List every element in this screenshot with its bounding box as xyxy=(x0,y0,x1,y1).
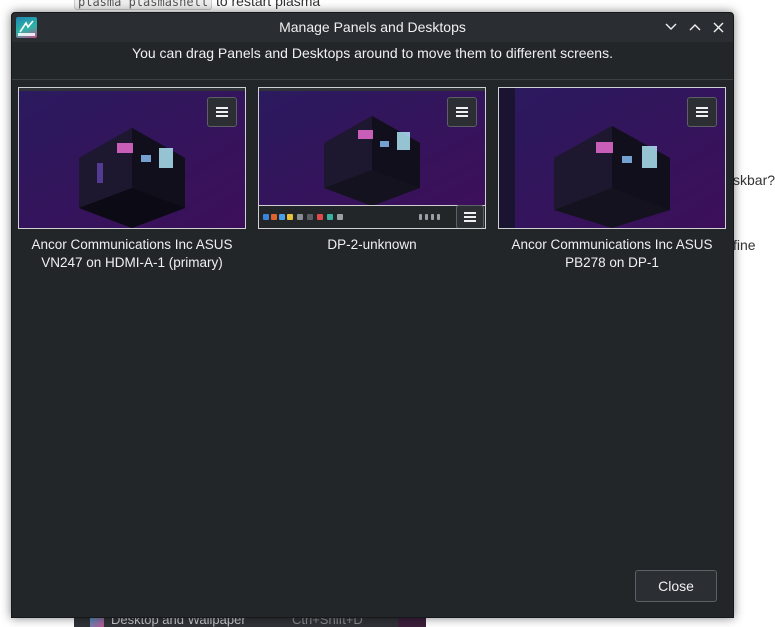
bottom-panel-preview[interactable] xyxy=(259,205,485,228)
tray-icon xyxy=(419,214,422,220)
screen-label: Ancor Communications Inc ASUS VN247 on H… xyxy=(31,237,233,270)
tray-icon xyxy=(425,214,428,220)
screen-thumbnail[interactable] xyxy=(498,87,726,229)
minimize-icon xyxy=(665,23,677,30)
tray-icon xyxy=(437,214,440,220)
screen-label: Ancor Communications Inc ASUS PB278 on D… xyxy=(511,237,713,270)
browser-icon xyxy=(271,214,277,220)
screen-options-button[interactable] xyxy=(447,97,477,127)
screen-thumbnail[interactable] xyxy=(258,87,486,229)
screen-options-button[interactable] xyxy=(207,97,237,127)
screen-options-button[interactable] xyxy=(687,97,717,127)
task-icon xyxy=(337,214,343,220)
file-manager-icon xyxy=(279,214,285,220)
top-panel-strip xyxy=(259,88,485,91)
panel-options-button[interactable] xyxy=(456,205,484,228)
top-panel-strip xyxy=(19,88,245,91)
screen-card-dp-1[interactable]: Ancor Communications Inc ASUS PB278 on D… xyxy=(498,87,726,272)
window-title: Manage Panels and Desktops xyxy=(279,19,466,35)
header-separator xyxy=(12,79,733,80)
background-instruction-line: plasma plasmashell to restart plasma xyxy=(74,0,321,10)
maximize-icon xyxy=(689,24,701,31)
window-close-button[interactable] xyxy=(708,17,728,37)
hamburger-menu-icon xyxy=(464,212,476,222)
dialog-instructions: You can drag Panels and Desktops around … xyxy=(132,45,613,61)
manage-panels-dialog: Manage Panels and Desktops You can drag … xyxy=(11,12,734,618)
background-text-fragment: skbar? xyxy=(733,172,775,188)
hamburger-menu-icon xyxy=(456,107,468,117)
task-icon xyxy=(287,214,293,220)
task-icon xyxy=(307,214,313,220)
task-icon xyxy=(297,214,303,220)
minimize-button[interactable] xyxy=(661,17,681,37)
screen-label: DP-2-unknown xyxy=(327,237,417,252)
background-text-fragment: fine xyxy=(733,237,756,253)
maximize-button[interactable] xyxy=(685,17,705,37)
hamburger-menu-icon xyxy=(696,107,708,117)
screen-card-hdmi-a-1[interactable]: Ancor Communications Inc ASUS VN247 on H… xyxy=(18,87,246,272)
app-launcher-icon xyxy=(263,214,269,220)
tray-icon xyxy=(431,214,434,220)
screen-card-dp-2[interactable]: DP-2-unknown xyxy=(258,87,486,254)
close-icon xyxy=(713,22,723,32)
title-bar[interactable]: Manage Panels and Desktops xyxy=(12,13,733,42)
task-icon xyxy=(317,214,323,220)
screen-thumbnail[interactable] xyxy=(18,87,246,229)
close-button[interactable]: Close xyxy=(635,570,717,602)
background-code-snippet: plasma plasmashell xyxy=(74,0,213,10)
background-instruction-text: to restart plasma xyxy=(215,0,321,9)
task-icon xyxy=(327,214,333,220)
hamburger-menu-icon xyxy=(216,107,228,117)
